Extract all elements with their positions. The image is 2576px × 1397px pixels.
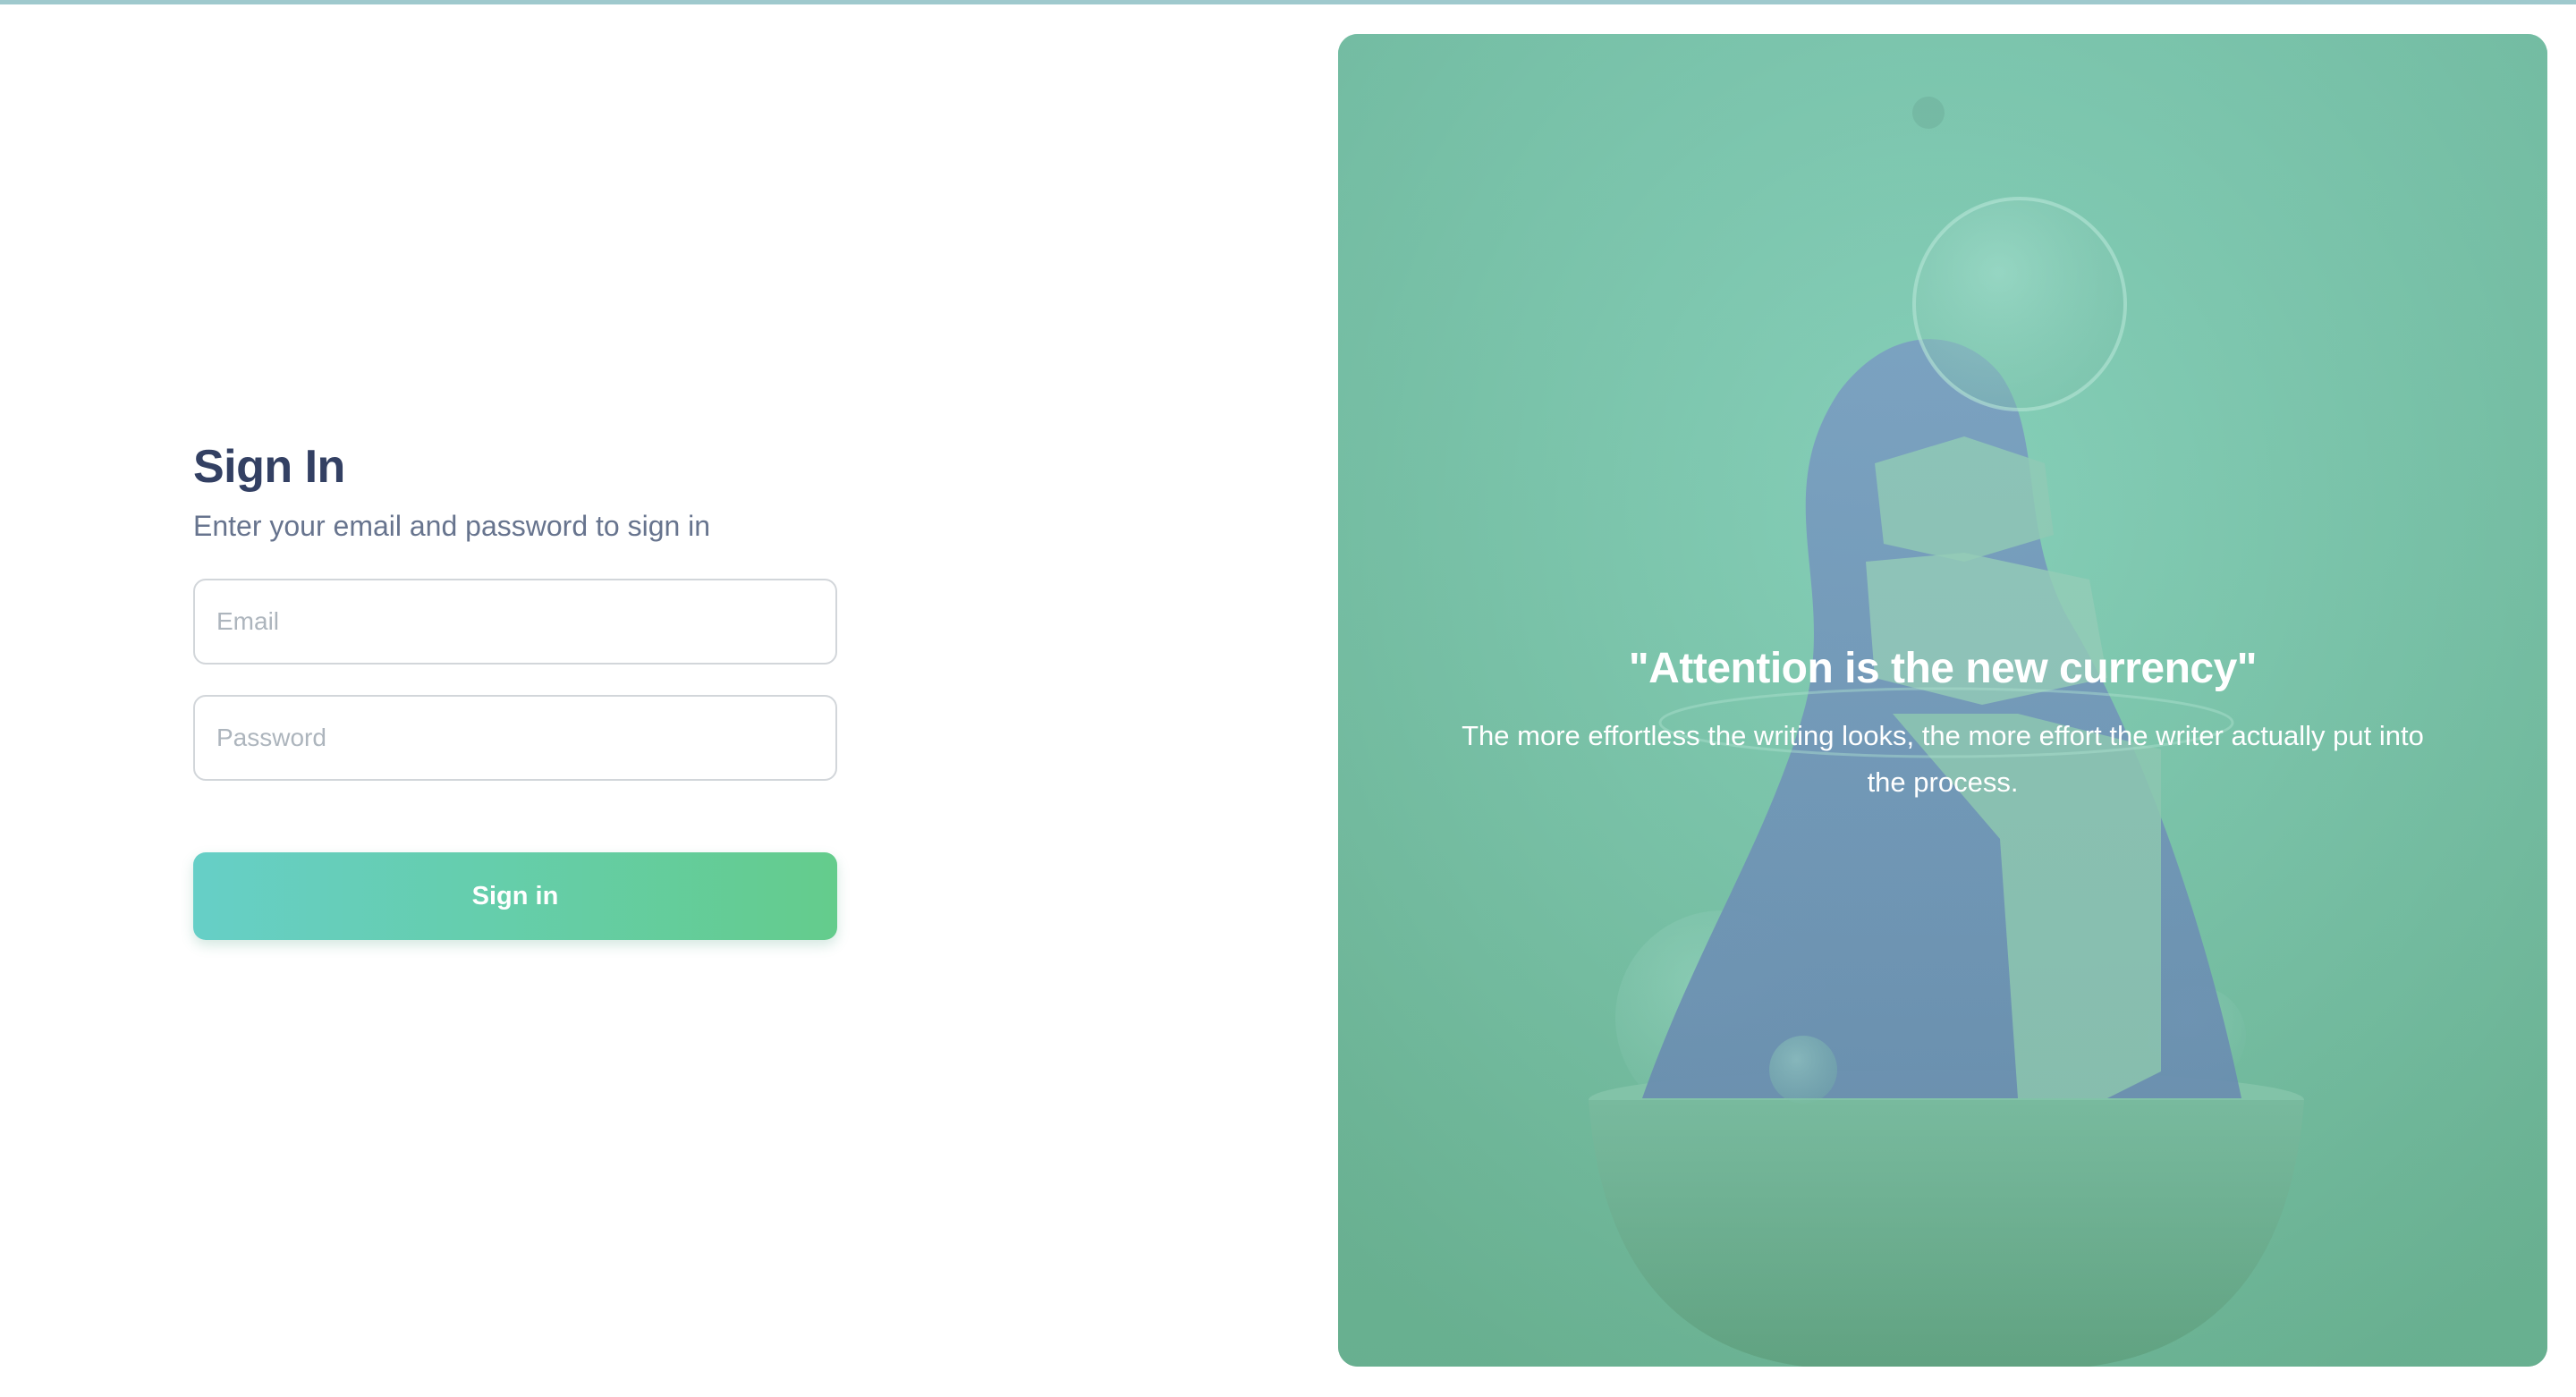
- sign-in-form: Sign In Enter your email and password to…: [193, 440, 837, 940]
- hero-quote-body: The more effortless the writing looks, t…: [1462, 720, 2424, 798]
- page-title: Sign In: [193, 441, 345, 493]
- email-field[interactable]: [193, 579, 837, 665]
- hero-panel: "Attention is the new currency" The more…: [1338, 34, 2547, 1367]
- hero-quote-block: "Attention is the new currency" The more…: [1445, 644, 2440, 806]
- sign-in-subtitle: Enter your email and password to sign in: [193, 510, 711, 542]
- hero-quote: "Attention is the new currency": [1628, 645, 2258, 692]
- sign-in-page: Sign In Enter your email and password to…: [0, 0, 2576, 1397]
- top-accent-bar: [0, 0, 2576, 4]
- sign-in-button[interactable]: Sign in: [193, 852, 837, 940]
- password-field[interactable]: [193, 695, 837, 781]
